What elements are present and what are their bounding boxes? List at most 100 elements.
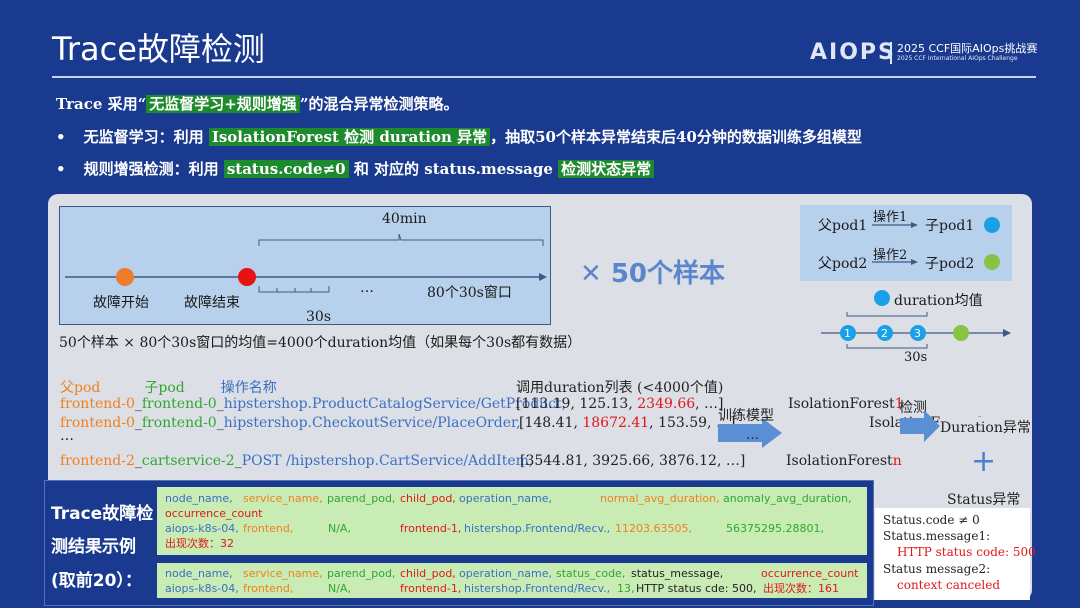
field: parend_pod, — [327, 567, 396, 580]
value: 出现次数：161 — [763, 582, 839, 595]
row-sep: _ — [134, 396, 142, 412]
bullet-dot: • — [56, 160, 66, 178]
status-msg1-value: HTTP status code: 500 — [897, 545, 1036, 559]
row-op: hipstershop.ProductCatalogService/GetPro… — [223, 396, 567, 412]
bullet-dot: • — [56, 128, 66, 146]
brace-40min — [258, 233, 544, 246]
field: occurrence_count — [761, 567, 859, 580]
value: 出现次数：32 — [165, 537, 234, 550]
status-code: Status.code ≠ 0 — [883, 513, 980, 527]
times-50-samples: ✕ 50个样本 — [580, 259, 726, 289]
logo-line1: 2025 CCF国际AIOps挑战赛 — [897, 42, 1038, 55]
header-divider — [52, 76, 1036, 78]
table-dots: … — [60, 428, 74, 444]
timeline-arrowhead — [539, 273, 547, 281]
result1-text: node_name, service_name, parend_pod, chi… — [165, 491, 865, 551]
value: frontend, — [243, 522, 294, 535]
intro-line: Trace 采用“ 无监督学习+规则增强 ”的混合异常检测策略。 — [56, 93, 458, 114]
row-parent: frontend-0 — [60, 396, 135, 412]
value: frontend-1, — [400, 582, 462, 595]
fault-start-dot — [116, 268, 134, 286]
child2-dot — [984, 254, 1000, 270]
row-sep: _ — [134, 453, 142, 469]
bullet1-highlight: IsolationForest 检测 duration 异常 — [208, 128, 491, 146]
row-op: hipstershop.CheckoutService/PlaceOrder, — [223, 415, 521, 431]
value: frontend, — [243, 582, 294, 595]
field: status_message, — [631, 567, 724, 580]
row-sep: _ — [134, 415, 142, 431]
row-child: frontend-0 — [141, 396, 217, 412]
bullet-line-2: • 规则增强检测：利用 status.code≠0 和 对应的 status.me… — [56, 158, 655, 179]
train-dots: … — [746, 428, 759, 443]
dur-pre: [148.41, — [519, 415, 583, 431]
row-sep: _ — [216, 415, 224, 431]
field: operation_name, — [459, 567, 553, 580]
brace-30s — [258, 286, 330, 293]
label-fault-end: 故障结束 — [184, 295, 240, 311]
field: parend_pod, — [327, 492, 396, 505]
child-pod1: 子pod1 — [925, 218, 975, 234]
value: 56375295.28801, — [726, 522, 824, 535]
value: HTTP status cde: 500, — [636, 582, 757, 595]
header-durations: 调用duration列表 (<4000个值) — [516, 380, 724, 396]
if-name: IsolationForest — [786, 453, 893, 469]
label-ellipsis: … — [360, 280, 374, 296]
if-name: IsolationForest — [788, 396, 895, 412]
field: node_name, — [165, 492, 233, 505]
bullet2-highlight2: 检测状态异常 — [558, 160, 655, 178]
child1-dot — [984, 217, 1000, 233]
field: anomaly_avg_duration, — [723, 492, 852, 505]
row-child: frontend-0 — [141, 415, 217, 431]
row-sep: _ — [234, 453, 242, 469]
status-msg1-label: Status.message1: — [883, 529, 991, 543]
bullet2-prefix: 规则增强检测：利用 — [83, 160, 224, 178]
isolation-forest-n: IsolationForestn — [786, 453, 902, 469]
field: status_code, — [556, 567, 626, 580]
bullet1-prefix: 无监督学习：利用 — [83, 128, 209, 146]
bullet2-middle: 和 对应的 status.message — [348, 160, 559, 178]
bullet2-highlight1: status.code≠0 — [223, 160, 349, 178]
table-header: 父pod 子pod 操作名称 — [60, 377, 277, 397]
if-index: n — [892, 453, 902, 469]
table-row: frontend-0_frontend-0_hipstershop.Produc… — [60, 396, 566, 412]
value: aiops-k8s-04, — [165, 522, 239, 535]
status-msg2-value: context canceled — [897, 578, 1001, 592]
label-40min: 40min — [382, 211, 427, 227]
timeline-caption: 50个样本 × 80个30s窗口的均值=4000个duration均值（如果每个… — [59, 335, 582, 351]
results-label-2: 测结果示例 — [51, 537, 136, 557]
field: child_pod, — [400, 492, 456, 505]
header-parent: 父pod — [60, 380, 101, 396]
result2-text: node_name, service_name, parend_pod, chi… — [165, 566, 865, 596]
dur-highlight: 18672.41 — [582, 415, 650, 431]
value: 13, — [617, 582, 635, 595]
operation2: 操作2 — [873, 248, 908, 263]
results-label-3: (取前20）： — [51, 571, 142, 591]
label-fault-start: 故障开始 — [93, 295, 149, 311]
row-durations: [148.41, 18672.41, 153.59, …] — [519, 415, 735, 431]
results-label-1: Trace故障检 — [51, 504, 154, 524]
isolation-forest-1: IsolationForest1 — [788, 396, 904, 412]
value: frontend-1, — [400, 522, 462, 535]
point-1: 1 — [844, 327, 851, 340]
duration-mean-label: duration均值 — [894, 293, 983, 309]
row-durations: [3544.81, 3925.66, 3876.12, …] — [520, 453, 745, 469]
field: child_pod, — [400, 567, 456, 580]
table-row: frontend-2_cartservice-2_POST /hipstersh… — [60, 453, 533, 469]
label-80-windows: 80个30s窗口 — [427, 285, 512, 301]
label-30s: 30s — [306, 309, 331, 325]
point-2: 2 — [881, 327, 888, 340]
parent-pod1: 父pod1 — [818, 218, 868, 234]
value: histershop.Frontend/Recv., — [464, 582, 611, 595]
dur-highlight: 2349.66 — [637, 396, 696, 412]
row-durations: [113.19, 125.13, 2349.66, …] — [516, 396, 724, 412]
field: node_name, — [165, 567, 233, 580]
child-pod2: 子pod2 — [925, 256, 975, 272]
field: service_name, — [243, 492, 323, 505]
intro-suffix: ”的混合异常检测策略。 — [299, 95, 459, 113]
field: service_name, — [243, 567, 323, 580]
page-title: Trace故障检测 — [52, 30, 265, 68]
point-3: 3 — [914, 327, 921, 340]
status-anomaly-title: Status异常 — [947, 492, 1021, 508]
aiops-logo: AIOPS — [810, 40, 896, 65]
value: aiops-k8s-04, — [165, 582, 239, 595]
